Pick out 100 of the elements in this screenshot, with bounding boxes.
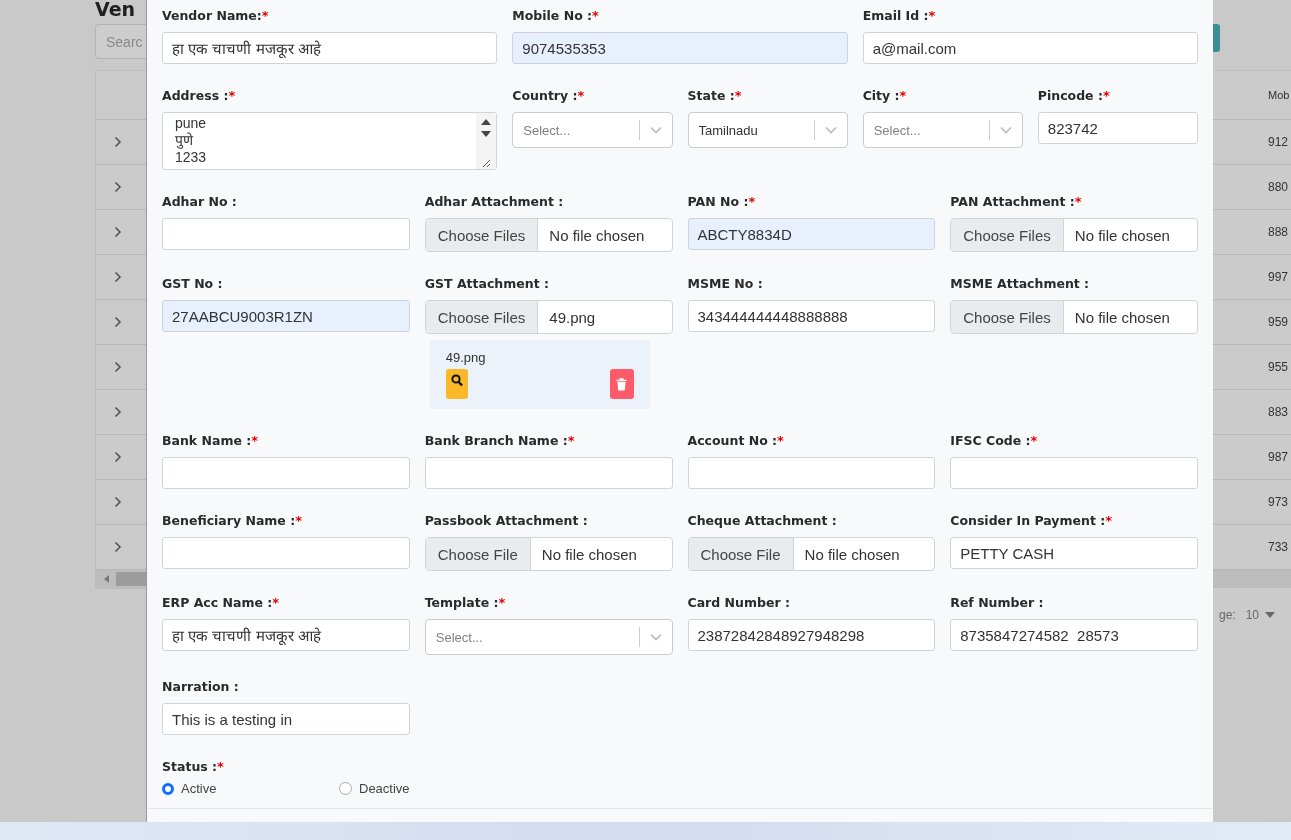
choose-file-button[interactable]: Choose File bbox=[688, 538, 794, 570]
table-cell: 973 bbox=[1268, 495, 1289, 509]
view-button[interactable] bbox=[445, 369, 468, 399]
radio-label[interactable]: Active bbox=[181, 781, 217, 796]
file-input[interactable]: Choose File No file chosen bbox=[424, 537, 673, 571]
resize-grip-icon[interactable] bbox=[481, 159, 491, 168]
chevron-right-icon[interactable] bbox=[114, 361, 122, 373]
table-cell: 959 bbox=[1268, 315, 1289, 329]
field-label: Consider In Payment : bbox=[950, 512, 1106, 528]
choose-file-button[interactable]: Choose Files bbox=[951, 301, 1064, 333]
table-cell: 987 bbox=[1268, 450, 1289, 464]
chevron-right-icon[interactable] bbox=[114, 226, 122, 238]
file-input[interactable]: Choose Files No file chosen bbox=[950, 218, 1198, 252]
chevron-down-icon bbox=[999, 126, 1012, 134]
delete-button[interactable] bbox=[609, 369, 634, 399]
required-mark: * bbox=[592, 7, 599, 23]
file-name-text: No file chosen bbox=[1073, 307, 1170, 328]
file-input[interactable]: Choose File No file chosen bbox=[687, 537, 936, 571]
required-mark: * bbox=[777, 432, 784, 448]
file-name-text: 49.png bbox=[445, 350, 486, 365]
choose-file-button[interactable]: Choose Files bbox=[951, 219, 1064, 251]
scroll-down-icon[interactable] bbox=[481, 131, 492, 137]
field-label: Template : bbox=[424, 594, 499, 610]
field-label: Ref Number : bbox=[950, 594, 1044, 610]
chevron-right-icon[interactable] bbox=[114, 316, 122, 328]
file-name-text: No file chosen bbox=[803, 544, 900, 565]
input-field[interactable]: This is a testing in bbox=[162, 703, 410, 735]
required-mark: * bbox=[251, 432, 259, 448]
input-field[interactable] bbox=[162, 457, 410, 489]
trash-icon bbox=[616, 377, 628, 391]
dropdown[interactable]: Tamilnadu bbox=[687, 112, 848, 148]
field-label: PAN Attachment : bbox=[950, 193, 1075, 209]
scrollbar[interactable] bbox=[96, 570, 146, 588]
dropdown[interactable]: Select... bbox=[424, 619, 673, 655]
table-cell: 912 bbox=[1268, 135, 1289, 149]
table-cell: 888 bbox=[1268, 225, 1289, 239]
field-label: Mobile No : bbox=[512, 7, 593, 23]
chevron-right-icon[interactable] bbox=[114, 406, 122, 418]
input-field[interactable]: 8735847274582 28573 bbox=[950, 619, 1198, 651]
dropdown[interactable]: Select... bbox=[512, 112, 673, 148]
table-cell: 733 bbox=[1268, 540, 1289, 554]
input-field[interactable]: 23872842848927948298 bbox=[687, 619, 936, 651]
chevron-right-icon[interactable] bbox=[114, 496, 122, 508]
radio-button[interactable] bbox=[162, 782, 174, 795]
input-field[interactable]: 823742 bbox=[1037, 112, 1198, 144]
input-field[interactable]: PETTY CASH bbox=[950, 537, 1198, 569]
file-input[interactable]: Choose Files No file chosen bbox=[950, 300, 1198, 334]
field-label: Adhar No : bbox=[162, 193, 237, 209]
textarea-field[interactable]: pune पुणे 1233 bbox=[162, 112, 498, 170]
file-input[interactable]: Choose Files 49.png bbox=[424, 300, 673, 334]
input-field[interactable]: a@mail.com bbox=[862, 32, 1198, 64]
required-mark: * bbox=[272, 594, 280, 610]
field-label: Card Number : bbox=[687, 594, 790, 610]
dropdown[interactable]: Select... bbox=[862, 112, 1023, 148]
page-size-label: ge: bbox=[1219, 608, 1236, 622]
radio-label[interactable]: Deactive bbox=[359, 781, 410, 796]
chevron-right-icon[interactable] bbox=[114, 181, 122, 193]
input-field[interactable] bbox=[424, 457, 673, 489]
required-mark: * bbox=[261, 7, 269, 23]
chevron-right-icon[interactable] bbox=[114, 271, 122, 283]
chevron-right-icon[interactable] bbox=[114, 136, 122, 148]
required-mark: * bbox=[1102, 87, 1110, 103]
field-label: GST Attachment : bbox=[424, 275, 549, 291]
input-field[interactable]: 343444444448888888 bbox=[687, 300, 936, 332]
field-label: Bank Name : bbox=[162, 432, 252, 448]
chevron-right-icon[interactable] bbox=[114, 451, 122, 463]
required-mark: * bbox=[498, 594, 506, 610]
choose-file-button[interactable]: Choose File bbox=[425, 538, 531, 570]
field-label: Bank Branch Name : bbox=[424, 432, 568, 448]
required-mark: * bbox=[567, 432, 575, 448]
input-field[interactable] bbox=[950, 457, 1198, 489]
input-field[interactable]: 27AABCU9003R1ZN bbox=[162, 300, 410, 332]
input-field[interactable]: ABCTY8834D bbox=[687, 218, 936, 250]
table-cell: 955 bbox=[1268, 360, 1289, 374]
input-field[interactable]: हा एक चाचणी मजकूर आहे bbox=[162, 32, 498, 64]
chevron-right-icon[interactable] bbox=[114, 541, 122, 553]
scroll-up-icon[interactable] bbox=[481, 119, 492, 125]
column-header: Mob bbox=[1268, 89, 1290, 101]
radio-button[interactable] bbox=[339, 782, 352, 795]
scrollbar-thumb[interactable] bbox=[116, 572, 146, 586]
required-mark: * bbox=[1030, 432, 1038, 448]
page-size-select[interactable]: 10 bbox=[1245, 608, 1260, 622]
required-mark: * bbox=[1074, 193, 1082, 209]
field-label: Adhar Attachment : bbox=[424, 193, 564, 209]
field-label: Address : bbox=[162, 87, 229, 103]
file-input[interactable]: Choose Files No file chosen bbox=[424, 218, 673, 252]
scroll-left-icon[interactable] bbox=[104, 575, 110, 583]
input-field[interactable]: 9074535353 bbox=[512, 32, 848, 64]
input-field[interactable]: हा एक चाचणी मजकूर आहे bbox=[162, 619, 410, 651]
table-cell: 880 bbox=[1268, 180, 1289, 194]
caret-down-icon[interactable] bbox=[1265, 612, 1276, 618]
choose-file-button[interactable]: Choose Files bbox=[425, 301, 539, 333]
scrollbar[interactable] bbox=[1213, 570, 1291, 588]
input-field[interactable] bbox=[687, 457, 936, 489]
chevron-down-icon bbox=[824, 126, 837, 134]
chevron-down-icon bbox=[649, 126, 662, 134]
input-field[interactable] bbox=[162, 537, 410, 569]
field-label: MSME Attachment : bbox=[950, 275, 1090, 291]
choose-file-button[interactable]: Choose Files bbox=[425, 219, 539, 251]
input-field[interactable] bbox=[162, 218, 410, 250]
